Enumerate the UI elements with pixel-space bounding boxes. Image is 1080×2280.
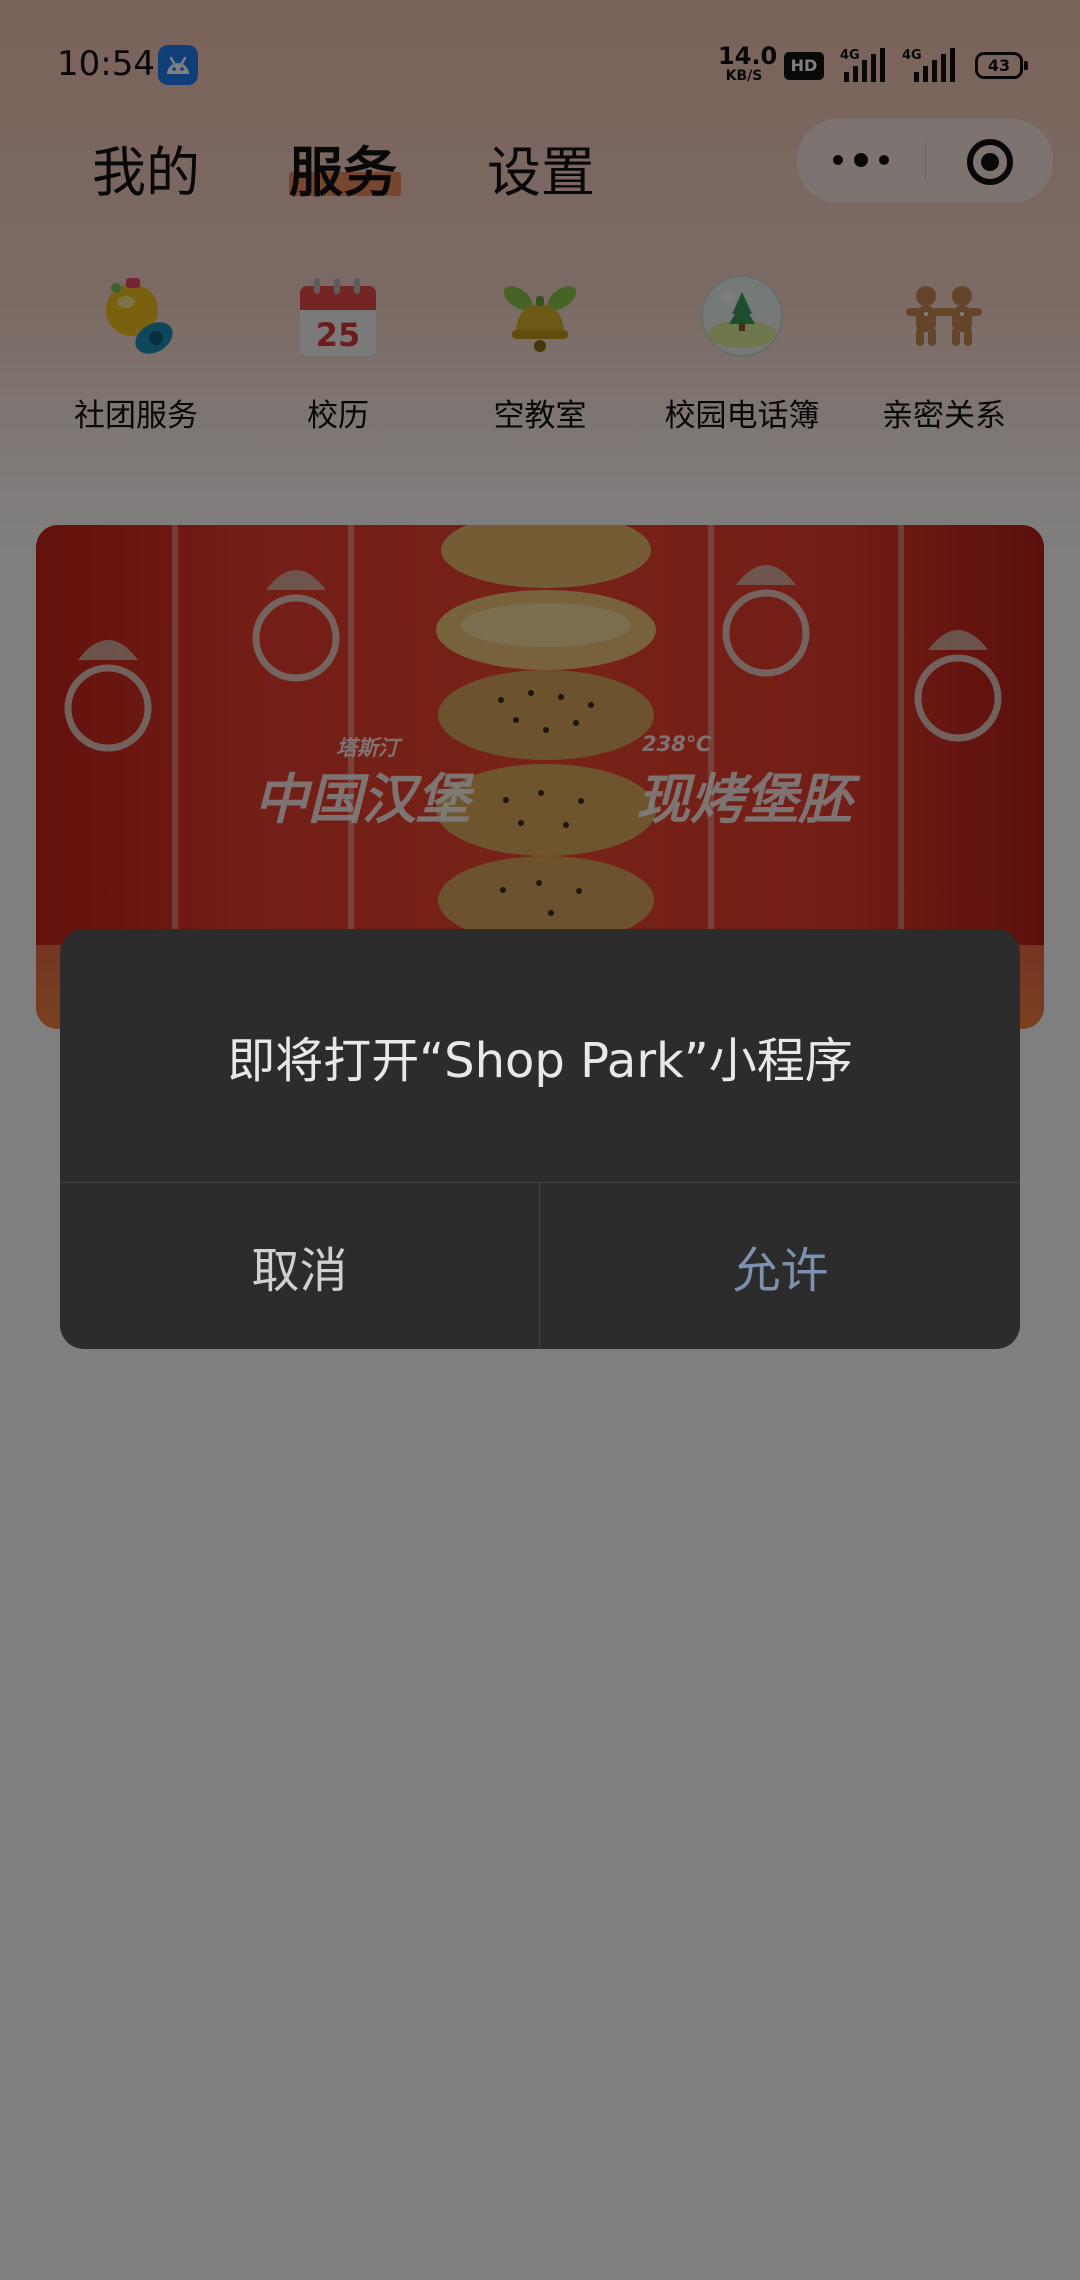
dialog-message: 即将打开“Shop Park”小程序	[227, 1032, 853, 1089]
mini-program-page: 10:54 14.0 KB/S HD 4G 4G	[0, 0, 1080, 2280]
dialog-button-divider	[539, 1182, 540, 1349]
open-mini-program-dialog: 即将打开“Shop Park”小程序 取消 允许	[60, 929, 1020, 1349]
cancel-button[interactable]: 取消	[60, 1183, 539, 1349]
allow-button[interactable]: 允许	[541, 1183, 1020, 1349]
